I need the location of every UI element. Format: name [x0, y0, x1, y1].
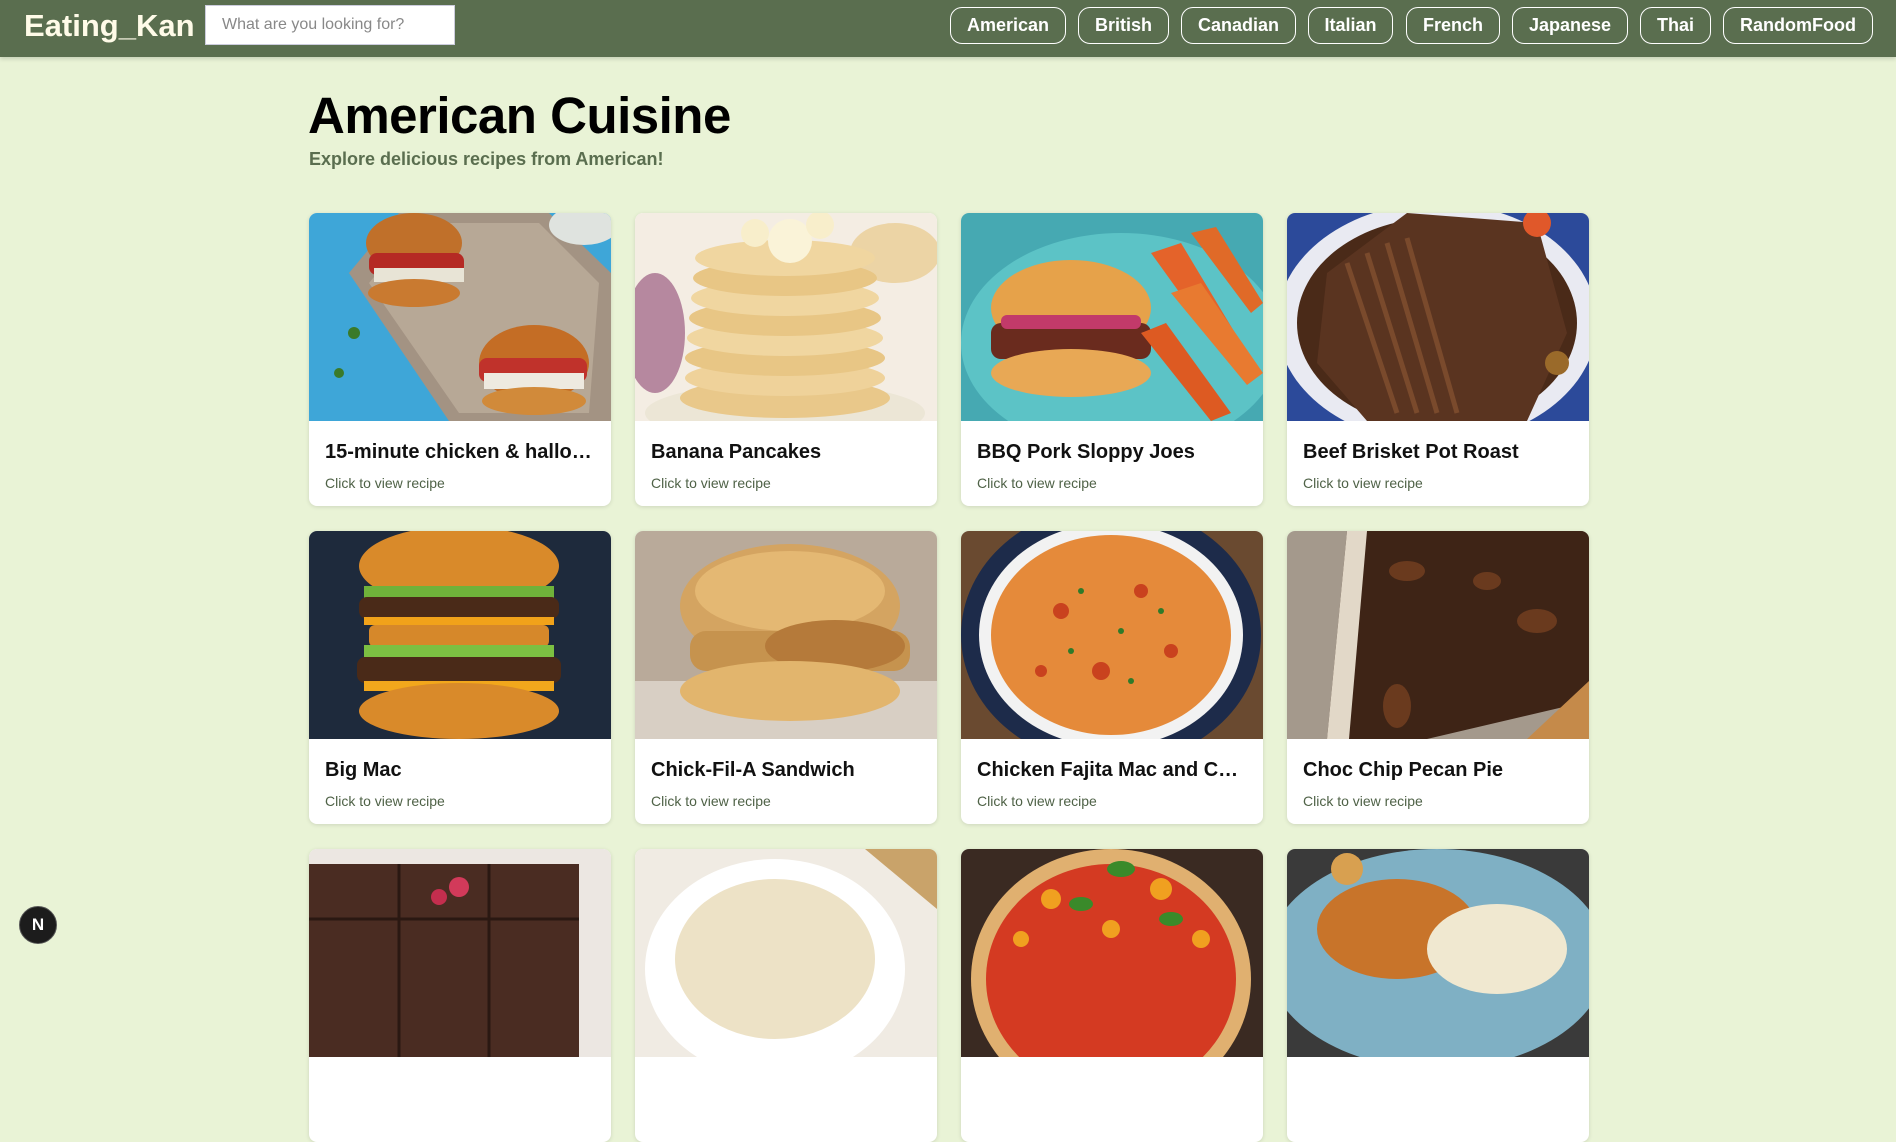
- recipe-title: Choc Chip Pecan Pie: [1303, 759, 1504, 781]
- recipe-card[interactable]: Big Mac Click to view recipe: [309, 531, 611, 824]
- top-nav-bar: Eating_Kan American British Canadian Ita…: [0, 0, 1896, 57]
- recipe-cta: Click to view recipe: [977, 475, 1097, 491]
- nav-italian[interactable]: Italian: [1308, 7, 1393, 44]
- recipe-title: Big Mac: [325, 759, 402, 781]
- recipe-title: BBQ Pork Sloppy Joes: [977, 441, 1195, 463]
- nav-american[interactable]: American: [950, 7, 1066, 44]
- nav-canadian[interactable]: Canadian: [1181, 7, 1296, 44]
- tomato-tart-photo: [961, 849, 1263, 1057]
- big-mac-photo: [309, 531, 611, 739]
- recipe-card[interactable]: [635, 849, 937, 1142]
- recipe-cta: Click to view recipe: [1303, 475, 1423, 491]
- recipe-card[interactable]: Banana Pancakes Click to view recipe: [635, 213, 937, 506]
- recipe-title: Chicken Fajita Mac and Cheese: [977, 759, 1249, 781]
- recipe-cta: Click to view recipe: [1303, 793, 1423, 809]
- site-logo[interactable]: Eating_Kan: [24, 8, 195, 44]
- page-subtitle: Explore delicious recipes from American!: [309, 149, 664, 169]
- recipe-title: Beef Brisket Pot Roast: [1303, 441, 1519, 463]
- brownies-photo: [309, 849, 611, 1057]
- pecan-pie-photo: [1287, 531, 1589, 739]
- recipe-card[interactable]: [961, 849, 1263, 1142]
- nav-thai[interactable]: Thai: [1640, 7, 1711, 44]
- sloppy-joes-photo: [961, 213, 1263, 421]
- recipe-card[interactable]: Choc Chip Pecan Pie Click to view recipe: [1287, 531, 1589, 824]
- recipe-title: Banana Pancakes: [651, 441, 822, 463]
- recipe-card[interactable]: 15-minute chicken & halloumi burgers Cli…: [309, 213, 611, 506]
- recipe-cta: Click to view recipe: [651, 793, 771, 809]
- recipe-title: Chick-Fil-A Sandwich: [651, 759, 855, 781]
- recipe-card[interactable]: Chick-Fil-A Sandwich Click to view recip…: [635, 531, 937, 824]
- recipe-card[interactable]: BBQ Pork Sloppy Joes Click to view recip…: [961, 213, 1263, 506]
- recipe-cta: Click to view recipe: [325, 475, 445, 491]
- recipe-cta: Click to view recipe: [651, 475, 771, 491]
- nav-british[interactable]: British: [1078, 7, 1169, 44]
- recipe-card[interactable]: [309, 849, 611, 1142]
- dev-tools-badge[interactable]: N: [19, 906, 57, 944]
- beef-brisket-photo: [1287, 213, 1589, 421]
- search-input[interactable]: [205, 5, 455, 45]
- soup-photo: [635, 849, 937, 1057]
- recipe-title: 15-minute chicken & halloumi burgers: [325, 441, 597, 463]
- banana-pancakes-photo: [635, 213, 937, 421]
- nav-randomfood[interactable]: RandomFood: [1723, 7, 1873, 44]
- fajita-mac-photo: [961, 531, 1263, 739]
- nav-japanese[interactable]: Japanese: [1512, 7, 1628, 44]
- nav-french[interactable]: French: [1406, 7, 1500, 44]
- recipe-cta: Click to view recipe: [977, 793, 1097, 809]
- page-title: American Cuisine: [308, 87, 731, 144]
- recipe-card[interactable]: [1287, 849, 1589, 1142]
- recipe-card[interactable]: Chicken Fajita Mac and Cheese Click to v…: [961, 531, 1263, 824]
- chicken-sandwich-photo: [635, 531, 937, 739]
- chicken-rice-photo: [1287, 849, 1589, 1057]
- recipe-card[interactable]: Beef Brisket Pot Roast Click to view rec…: [1287, 213, 1589, 506]
- recipe-cta: Click to view recipe: [325, 793, 445, 809]
- chicken-halloumi-burgers-photo: [309, 213, 611, 421]
